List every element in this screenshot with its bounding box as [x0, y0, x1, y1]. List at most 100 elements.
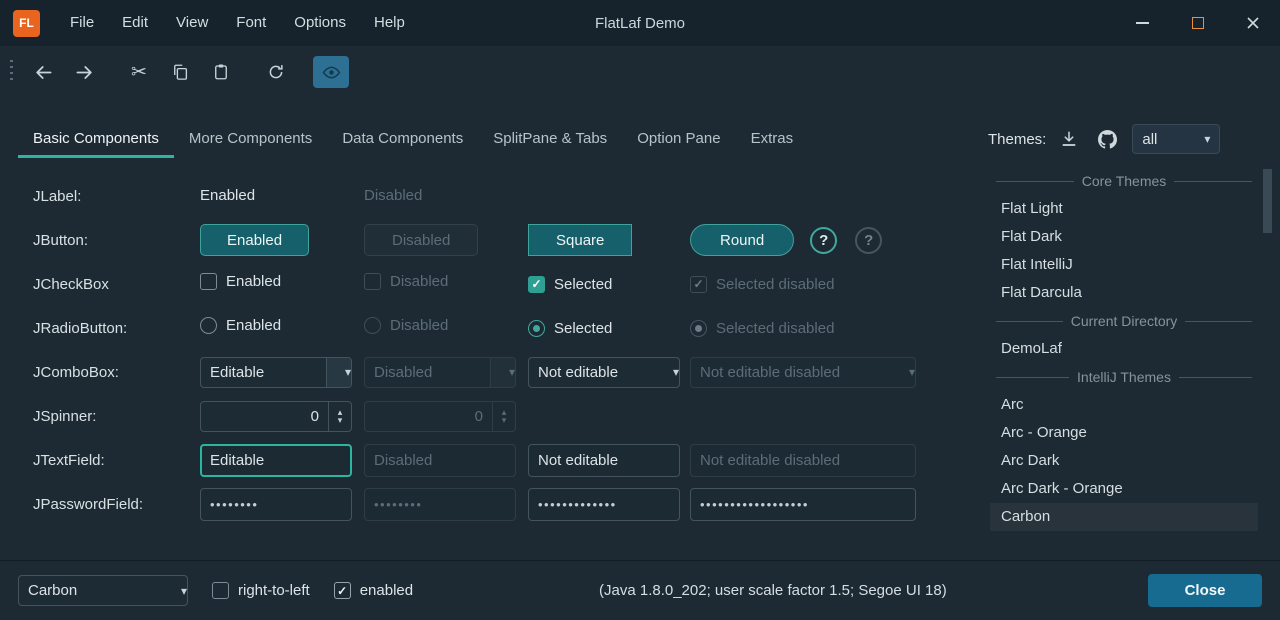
forward-button[interactable]	[66, 56, 102, 88]
menu-font[interactable]: Font	[222, 0, 280, 46]
tab-extras[interactable]: Extras	[736, 122, 809, 158]
paste-button[interactable]	[203, 56, 239, 88]
tab-more-components[interactable]: More Components	[174, 122, 327, 158]
checkbox-selected[interactable]: ✓ Selected	[528, 276, 612, 293]
menu-file[interactable]: File	[56, 0, 108, 46]
theme-item-carbon[interactable]: Carbon	[990, 503, 1258, 531]
theme-item-arc-dark[interactable]: Arc Dark	[990, 447, 1258, 475]
passwordfield-enabled[interactable]: ••••••••	[200, 488, 352, 521]
jlabel-disabled: Disabled	[364, 187, 422, 204]
disabled-button: Disabled	[364, 224, 478, 256]
combobox-value: Editable	[210, 364, 264, 381]
textfield-not-editable-disabled: Not editable disabled	[690, 444, 916, 477]
separator-line	[1174, 181, 1252, 182]
combobox-not-editable-disabled: Not editable disabled ▾	[690, 357, 916, 388]
combobox-editable[interactable]: Editable ▾	[200, 357, 352, 388]
tab-data-components[interactable]: Data Components	[327, 122, 478, 158]
separator-line	[996, 321, 1063, 322]
download-themes-button[interactable]	[1054, 124, 1084, 154]
enabled-checkbox[interactable]: ✓ enabled	[334, 582, 413, 599]
spinner-enabled[interactable]: 0 ▴ ▾	[200, 401, 352, 432]
cut-button[interactable]: ✂	[121, 56, 157, 88]
jradiobutton-row: JRadioButton: Enabled Disabled Selected …	[33, 306, 950, 350]
spinner-down-icon[interactable]: ▾	[338, 416, 343, 424]
combobox-disabled: Disabled ▾	[364, 357, 516, 388]
refresh-button[interactable]	[258, 56, 294, 88]
copy-button[interactable]	[162, 56, 198, 88]
combobox-not-editable[interactable]: Not editable ▾	[528, 357, 680, 388]
minimize-button[interactable]	[1115, 0, 1170, 46]
maximize-button[interactable]	[1170, 0, 1225, 46]
theme-item-flat-darcula[interactable]: Flat Darcula	[990, 279, 1258, 307]
theme-item-flat-light[interactable]: Flat Light	[990, 195, 1258, 223]
checkbox-checked-icon: ✓	[528, 276, 545, 293]
passwordfield-not-editable[interactable]: •••••••••••••	[528, 488, 680, 521]
tab-splitpane-tabs[interactable]: SplitPane & Tabs	[478, 122, 622, 158]
theme-item-arc-dark-orange[interactable]: Arc Dark - Orange	[990, 475, 1258, 503]
scrollbar-thumb[interactable]	[1263, 169, 1272, 233]
jradiobutton-label: JRadioButton:	[33, 320, 200, 337]
menu-edit[interactable]: Edit	[108, 0, 162, 46]
toolbar-grip[interactable]	[10, 60, 13, 84]
checkbox-selected-disabled: ✓ Selected disabled	[690, 276, 834, 293]
theme-item-demolaf[interactable]: DemoLaf	[990, 335, 1258, 363]
theme-filter-value: all	[1142, 131, 1157, 148]
chevron-down-icon: ▾	[181, 585, 187, 597]
theme-item-arc-orange[interactable]: Arc - Orange	[990, 419, 1258, 447]
combobox-arrow: ▾	[162, 576, 187, 605]
textfield-not-editable[interactable]: Not editable	[528, 444, 680, 477]
radio-selected[interactable]: Selected	[528, 320, 612, 337]
menu-options[interactable]: Options	[280, 0, 360, 46]
theme-item-arc[interactable]: Arc	[990, 391, 1258, 419]
help-button[interactable]: ?	[810, 227, 837, 254]
theme-item-flat-intellij[interactable]: Flat IntelliJ	[990, 251, 1258, 279]
round-button[interactable]: Round	[690, 224, 794, 256]
window-controls	[1115, 0, 1280, 46]
paste-icon	[212, 63, 230, 81]
basic-components-form: JLabel: Enabled Disabled JButton: Enable…	[33, 174, 950, 526]
theme-combobox[interactable]: Carbon ▾	[18, 575, 188, 606]
combobox-value: Not editable	[538, 364, 618, 381]
radio-icon	[364, 317, 381, 334]
spinner-value[interactable]: 0	[201, 402, 328, 431]
cut-icon: ✂	[131, 63, 147, 82]
theme-item-flat-dark[interactable]: Flat Dark	[990, 223, 1258, 251]
jcheckbox-row: JCheckBox Enabled Disabled ✓ Selected ✓ …	[33, 262, 950, 306]
spinner-arrows: ▴ ▾	[492, 402, 515, 431]
radio-disabled: Disabled	[364, 317, 448, 334]
tab-basic-components[interactable]: Basic Components	[18, 122, 174, 158]
combobox-value: Disabled	[374, 364, 432, 381]
menu-view[interactable]: View	[162, 0, 222, 46]
menu-help[interactable]: Help	[360, 0, 419, 46]
combobox-arrow-button[interactable]: ▾	[326, 358, 351, 387]
tab-option-pane[interactable]: Option Pane	[622, 122, 735, 158]
spinner-arrows[interactable]: ▴ ▾	[328, 402, 351, 431]
github-button[interactable]	[1092, 124, 1122, 154]
themes-scrollbar[interactable]	[1263, 167, 1272, 533]
show-hidden-toggle[interactable]	[313, 56, 349, 88]
jpasswordfield-row: JPasswordField: •••••••• •••••••• ••••••…	[33, 482, 950, 526]
forward-arrow-icon	[75, 63, 94, 82]
close-button[interactable]: Close	[1148, 574, 1262, 607]
maximize-icon	[1192, 17, 1204, 29]
checkbox-enabled[interactable]: Enabled	[200, 273, 281, 290]
separator-label: IntelliJ Themes	[1069, 369, 1179, 385]
statusbar: Carbon ▾ right-to-left ✓ enabled (Java 1…	[0, 560, 1280, 620]
back-button[interactable]	[25, 56, 61, 88]
spinner-down-icon: ▾	[502, 416, 507, 424]
close-window-button[interactable]	[1225, 0, 1280, 46]
textfield-disabled: Disabled	[364, 444, 516, 477]
right-to-left-checkbox[interactable]: right-to-left	[212, 582, 310, 599]
separator-line	[1179, 377, 1252, 378]
radio-selected-disabled: Selected disabled	[690, 320, 834, 337]
checkbox-checked-icon: ✓	[334, 582, 351, 599]
jcombobox-label: JComboBox:	[33, 364, 200, 381]
menubar: File Edit View Font Options Help	[56, 0, 419, 46]
github-icon	[1098, 130, 1117, 149]
enabled-button[interactable]: Enabled	[200, 224, 309, 256]
theme-filter-combobox[interactable]: all ▾	[1132, 124, 1220, 154]
radio-enabled[interactable]: Enabled	[200, 317, 281, 334]
square-button[interactable]: Square	[528, 224, 632, 256]
tabbar: Basic Components More Components Data Co…	[18, 122, 808, 158]
textfield-editable[interactable]: Editable	[200, 444, 352, 477]
